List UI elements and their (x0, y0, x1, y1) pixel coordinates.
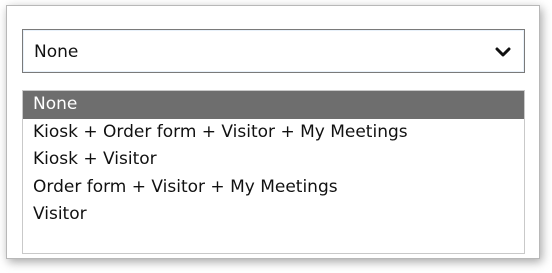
chevron-down-icon[interactable] (494, 43, 512, 61)
option-order-visitor-meetings[interactable]: Order form + Visitor + My Meetings (23, 174, 524, 202)
option-visitor[interactable]: Visitor (23, 201, 524, 229)
options-list: None Kiosk + Order form + Visitor + My M… (22, 90, 525, 254)
dropdown-panel: None None Kiosk + Order form + Visitor +… (6, 5, 540, 259)
select-current-value: None (34, 42, 79, 62)
plan-select[interactable]: None (22, 29, 525, 73)
stage: None None Kiosk + Order form + Visitor +… (0, 0, 552, 273)
option-kiosk-visitor[interactable]: Kiosk + Visitor (23, 146, 524, 174)
option-none[interactable]: None (23, 91, 524, 119)
option-kiosk-order-visitor-meetings[interactable]: Kiosk + Order form + Visitor + My Meetin… (23, 119, 524, 147)
